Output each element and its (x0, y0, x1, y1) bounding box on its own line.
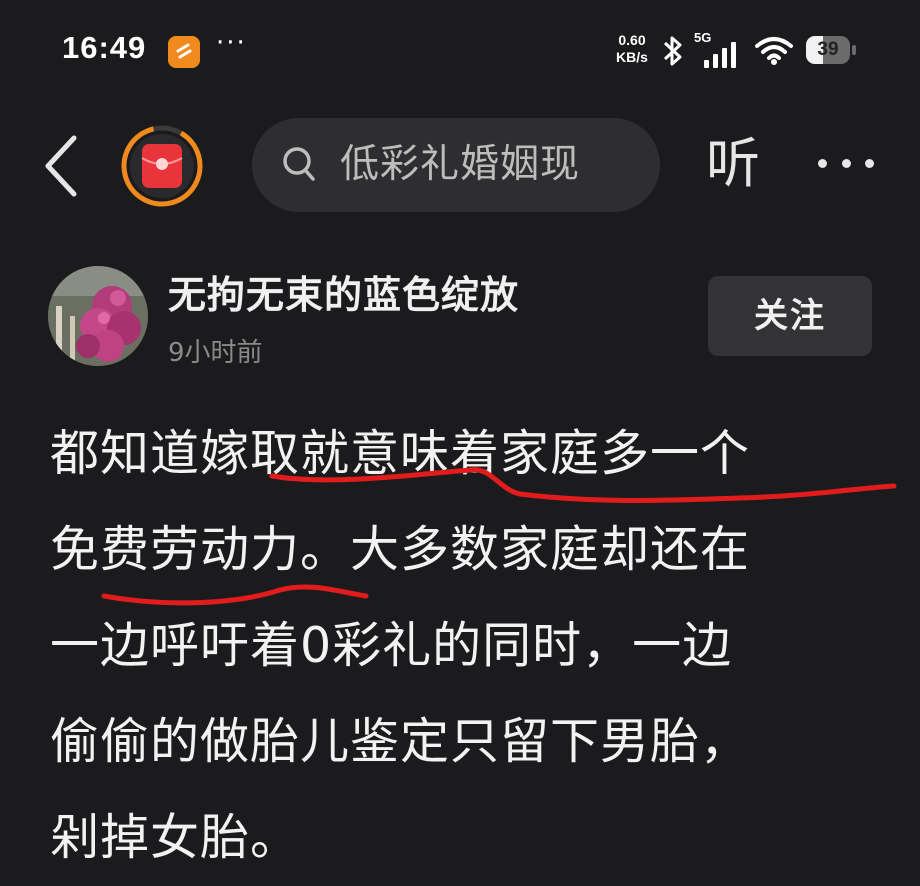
post-line: 免费劳动力。大多数家庭却还在 (50, 521, 751, 578)
network-speed-unit: KB/s (616, 49, 648, 65)
red-envelope-icon (121, 125, 203, 207)
flower-avatar-image (48, 266, 148, 366)
search-query: 低彩礼婚姻现 (340, 142, 581, 187)
more-options-icon[interactable] (818, 143, 874, 183)
post-content: 都知道嫁取就意味着家庭多一个 免费劳动力。大多数家庭却还在 一边呼吁着0彩礼的同… (50, 406, 900, 886)
status-time: 16:49 (62, 30, 147, 65)
chevron-left-icon (45, 135, 77, 197)
wifi-icon (754, 36, 794, 70)
status-more-icon: ··· (216, 28, 247, 58)
post-line: 都知道嫁取就意味着家庭多一个 (50, 425, 751, 482)
post-line: 偷偷的做胎儿鉴定只留下男胎， (50, 713, 751, 770)
author-avatar[interactable] (48, 266, 148, 366)
post-timestamp: 9小时前 (168, 338, 263, 368)
bluetooth-icon (660, 34, 686, 72)
app-notification-icon (168, 36, 200, 68)
cellular-signal-icon: 5G (694, 30, 746, 70)
red-envelope-button[interactable] (120, 124, 204, 208)
post-line: 一边呼吁着0彩礼的同时，一边 (50, 617, 733, 674)
listen-button[interactable]: 听 (706, 128, 760, 200)
search-icon (283, 147, 315, 181)
author-name[interactable]: 无拘无束的蓝色绽放 (168, 264, 519, 319)
battery-level: 39 (817, 39, 839, 60)
network-speed: 0.60 KB/s (610, 32, 654, 66)
follow-button[interactable]: 关注 (708, 276, 872, 356)
network-speed-value: 0.60 (618, 32, 646, 48)
back-button[interactable] (36, 130, 92, 202)
search-bar[interactable]: 低彩礼婚姻现 (252, 118, 660, 212)
battery-icon: 39 (806, 36, 856, 66)
status-bar: 16:49 ··· 0.60 KB/s 5G 39 (0, 0, 920, 100)
post-line: 剁掉女胎。 (50, 809, 301, 866)
